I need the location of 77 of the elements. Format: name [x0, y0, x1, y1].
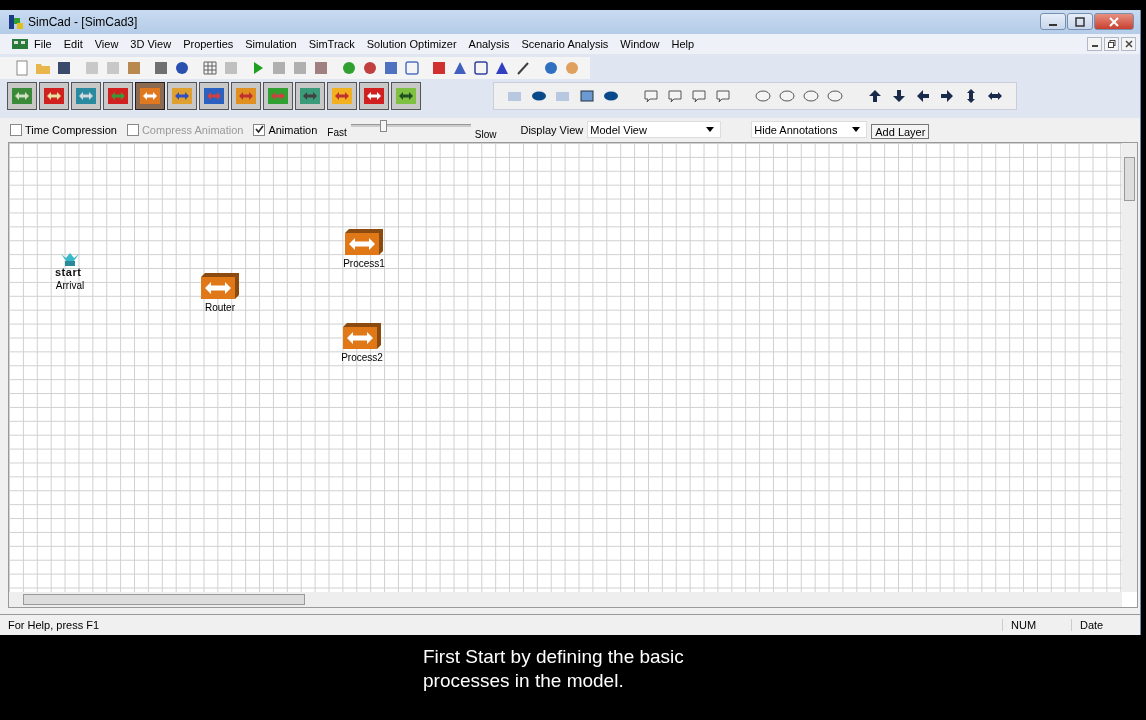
display-view-label: Display View: [520, 123, 584, 136]
menu-item[interactable]: Simulation: [239, 37, 303, 50]
minimize-button[interactable]: [1087, 36, 1102, 51]
grid-icon[interactable]: [201, 59, 218, 76]
menu-item[interactable]: 3D View: [124, 37, 178, 50]
palette-button[interactable]: [135, 81, 165, 110]
close-icon: [1124, 39, 1133, 48]
maximize-icon: [1075, 16, 1085, 27]
check-icon: [254, 125, 264, 135]
palette-button[interactable]: [39, 81, 69, 110]
caption-line: First Start by defining the basic: [423, 645, 684, 669]
callout-icon[interactable]: [714, 87, 732, 104]
palette-button[interactable]: [359, 81, 389, 110]
checkbox[interactable]: Time Compression: [10, 123, 117, 136]
node-label: Process2: [341, 351, 383, 363]
slow-label: Slow: [474, 129, 497, 141]
menu-item[interactable]: SimTrack: [302, 37, 361, 50]
horizontal-scrollbar[interactable]: [9, 592, 1122, 608]
right-arrow-icon[interactable]: [938, 87, 956, 104]
palette-button[interactable]: [391, 81, 421, 110]
checkbox[interactable]: Animation: [253, 123, 318, 136]
minimize-icon: [1049, 23, 1057, 26]
palette-button[interactable]: [103, 81, 133, 110]
add-layer-button[interactable]: Add Layer: [871, 124, 930, 140]
menu-item[interactable]: Analysis: [462, 37, 516, 50]
display-view-dropdown[interactable]: Model View: [587, 121, 722, 139]
caret-icon: [706, 127, 715, 133]
restore-button[interactable]: [1104, 36, 1119, 51]
restore-icon: [1107, 39, 1116, 48]
model-canvas[interactable]: start Arrival Router Process1 Process2: [9, 142, 1122, 593]
vertical-scrollbar[interactable]: [1122, 142, 1137, 593]
node-label: Process1: [343, 257, 385, 269]
speech-bubble-icon[interactable]: [778, 87, 796, 104]
speed-slider[interactable]: [350, 119, 471, 134]
palette-button[interactable]: [231, 81, 261, 110]
status-message: For Help, press F1: [8, 619, 101, 632]
node-label: Arrival: [55, 279, 85, 291]
status-pane: NUM: [1002, 619, 1071, 632]
fast-label: Fast: [327, 127, 347, 139]
menu-item[interactable]: Window: [614, 37, 666, 50]
menu-item[interactable]: Help: [665, 37, 701, 50]
callout-icon[interactable]: [690, 87, 708, 104]
callout-icon[interactable]: [666, 87, 684, 104]
annotations-dropdown[interactable]: Hide Annotations: [751, 121, 868, 139]
caret-icon: [852, 127, 861, 133]
close-button[interactable]: [1094, 13, 1134, 31]
menu-item[interactable]: Edit: [57, 37, 89, 50]
document-icon: [12, 36, 28, 51]
speech-bubble-icon[interactable]: [754, 87, 772, 104]
palette-button[interactable]: [295, 81, 325, 110]
maximize-button[interactable]: [1067, 13, 1093, 31]
palette-button[interactable]: [327, 81, 357, 110]
speech-bubble-icon[interactable]: [802, 87, 820, 104]
menu-item[interactable]: Solution Optimizer: [360, 37, 463, 50]
menu-item[interactable]: Properties: [177, 37, 240, 50]
menu-item[interactable]: View: [88, 37, 125, 50]
process-icon[interactable]: [343, 226, 385, 257]
minimize-button[interactable]: [1040, 13, 1066, 31]
close-icon: [1109, 16, 1119, 27]
caption-line: processes in the model.: [423, 669, 624, 693]
close-button[interactable]: [1121, 36, 1136, 51]
minimize-icon: [1091, 45, 1098, 48]
menu-item[interactable]: Scenario Analysis: [515, 37, 615, 50]
process-icon[interactable]: [199, 270, 241, 301]
window-title: SimCad - [SimCad3]: [28, 14, 138, 29]
status-pane: Date: [1071, 619, 1140, 632]
palette-button[interactable]: [167, 81, 197, 110]
menu-item[interactable]: File: [28, 37, 58, 50]
palette-button[interactable]: [199, 81, 229, 110]
callout-icon[interactable]: [642, 87, 660, 104]
speech-bubble-icon[interactable]: [826, 87, 844, 104]
app-icon: [8, 13, 24, 30]
process-icon[interactable]: [341, 320, 383, 351]
node-label: Router: [205, 301, 235, 313]
palette-button[interactable]: [71, 81, 101, 110]
palette-button[interactable]: [7, 81, 37, 110]
palette-button[interactable]: [263, 81, 293, 110]
